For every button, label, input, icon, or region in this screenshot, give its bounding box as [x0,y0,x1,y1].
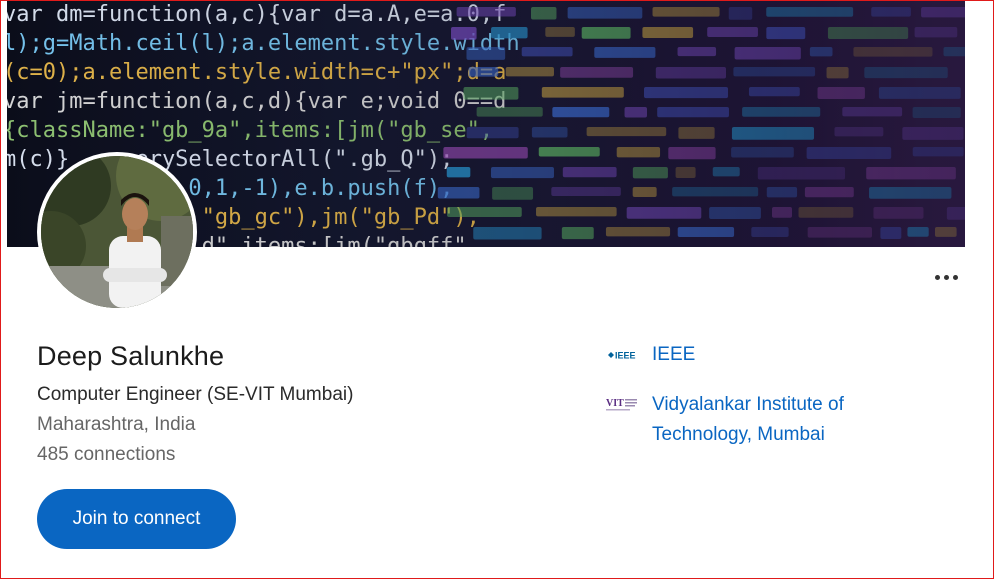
svg-text:IEEE: IEEE [615,351,636,361]
profile-location: Maharashtra, India [37,414,196,435]
svg-text:VIT: VIT [606,398,624,409]
vit-logo-icon: VIT [605,394,639,416]
ieee-logo-icon: IEEE [605,344,639,366]
org-name-ieee[interactable]: IEEE [652,340,695,370]
join-to-connect-button[interactable]: Join to connect [37,489,236,549]
profile-photo [41,156,193,308]
connections-count: 485 connections [37,444,176,465]
dot-icon [934,274,940,280]
more-options-button[interactable] [927,263,965,291]
profile-headline: Computer Engineer (SE-VIT Mumbai) [37,384,354,405]
dot-icon [952,274,958,280]
profile-name: Deep Salunkhe [37,341,225,371]
avatar[interactable] [37,152,197,312]
org-item-ieee[interactable]: IEEE IEEE [605,340,695,370]
profile-card: var dm=function(a,c){var d=a.A,e=a.0,fl)… [0,0,994,579]
dot-icon [943,274,949,280]
org-name-vit[interactable]: Vidyalankar Institute of Technology, Mum… [652,390,902,450]
org-item-vit[interactable]: VIT Vidyalankar Institute of Technology,… [605,390,902,450]
